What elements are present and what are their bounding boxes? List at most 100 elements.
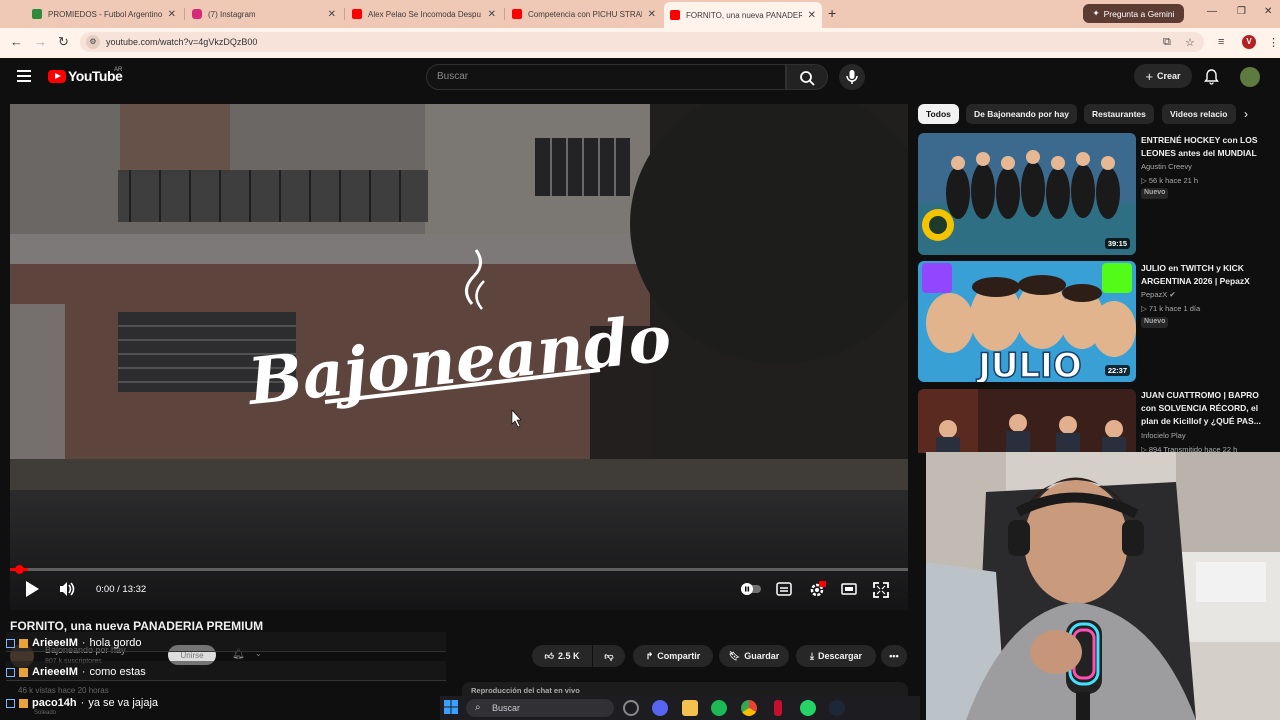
taskbar-search[interactable]: Buscar	[466, 699, 614, 717]
media-controls-icon[interactable]: ≡	[1218, 36, 1224, 48]
verified-check-icon: ✔	[1169, 290, 1176, 299]
share-arrow-icon: ↱	[645, 650, 654, 661]
chip-restaurants[interactable]: Restaurantes	[1084, 104, 1154, 124]
video-player[interactable]: Bajoneando	[10, 104, 908, 610]
close-tab-icon[interactable]: ✕	[328, 9, 336, 20]
volume-icon	[60, 582, 75, 596]
thumbnail-image	[918, 133, 1136, 255]
reload-icon[interactable]: ↻	[58, 34, 69, 50]
bookmark-star-icon[interactable]: ☆	[1185, 36, 1195, 49]
close-tab-icon[interactable]: ✕	[648, 9, 656, 20]
recommended-channel[interactable]: Agustin Creevy	[1141, 162, 1192, 171]
app-icon[interactable]	[774, 700, 782, 716]
url-text[interactable]: youtube.com/watch?v=4gVkzDQzB00	[106, 37, 257, 47]
tab-divider	[344, 8, 345, 20]
user-avatar[interactable]	[1240, 67, 1260, 87]
recommended-channel[interactable]: PepazX ✔	[1141, 290, 1176, 299]
forward-icon[interactable]: →	[34, 34, 47, 49]
play-small-icon: ▷	[1141, 304, 1149, 313]
tab-title: FORNITO, una nueva PANADER	[686, 10, 802, 20]
chat-username: ArieeeIM	[32, 637, 78, 649]
taskbar-search-placeholder: Buscar	[492, 703, 521, 713]
site-info-icon[interactable]: ⚙	[86, 35, 100, 49]
discord-icon[interactable]	[652, 700, 668, 716]
minimize-icon[interactable]: —	[1207, 6, 1217, 17]
spotify-icon[interactable]	[711, 700, 727, 716]
browser-tab[interactable]: PROMIEDOS - Futbol Argentino ✕	[26, 4, 182, 24]
chat-username: paco14h	[32, 697, 77, 709]
streamer-camera-feed	[926, 452, 1280, 720]
hamburger-menu-icon[interactable]	[17, 70, 31, 82]
recommended-channel[interactable]: Infocielo Play	[1141, 431, 1186, 440]
new-tab-button[interactable]: +	[828, 5, 836, 21]
recommended-thumbnail[interactable]: JULIO 22:37	[918, 261, 1136, 382]
video-frame: Bajoneando	[10, 104, 908, 610]
create-label: Crear	[1157, 71, 1181, 81]
browser-tab-active[interactable]: FORNITO, una nueva PANADER ✕	[664, 2, 822, 28]
gemini-button[interactable]: ✦ Pregunta a Gemini	[1083, 4, 1184, 23]
chat-badge-icon	[6, 698, 15, 708]
browser-tab[interactable]: Competencia con PICHU STRAF ✕	[506, 4, 662, 24]
autoplay-toggle[interactable]	[740, 582, 762, 601]
scrubber-handle[interactable]	[15, 565, 24, 574]
more-actions-button[interactable]: •••	[881, 645, 907, 667]
browser-tab[interactable]: Alex Pelao Se Incomoda Despu ✕	[346, 4, 502, 24]
search-input[interactable]	[426, 64, 786, 90]
fullscreen-button[interactable]	[873, 582, 889, 603]
theater-mode-button[interactable]	[841, 582, 857, 601]
search-button[interactable]	[786, 64, 828, 90]
back-icon[interactable]: ←	[10, 34, 23, 49]
volume-button[interactable]	[58, 580, 76, 603]
country-code: AR	[114, 67, 123, 73]
youtube-logo-icon[interactable]	[48, 70, 66, 83]
video-duration: 22:37	[1104, 365, 1130, 376]
recommended-title[interactable]: JULIO en TWITCH y KICK ARGENTINA 2026 | …	[1141, 262, 1273, 288]
play-button[interactable]	[24, 580, 40, 603]
gemini-sparkle-icon: ✦	[1092, 8, 1100, 18]
notifications-bell-icon[interactable]	[1204, 69, 1219, 90]
chip-channel[interactable]: De Bajoneando por hay	[966, 104, 1077, 124]
cast-icon[interactable]: ⧉	[1163, 36, 1171, 49]
new-badge: Nuevo	[1141, 188, 1169, 199]
like-button[interactable]: 👍︎ 2.5 K	[532, 645, 592, 667]
profile-avatar[interactable]: V	[1242, 35, 1256, 49]
recommended-thumbnail[interactable]	[918, 389, 1136, 453]
whatsapp-icon[interactable]	[800, 700, 816, 716]
promiedos-favicon-icon	[32, 9, 42, 19]
steam-icon[interactable]	[829, 700, 845, 716]
chat-badge-icon	[6, 667, 15, 677]
recommended-thumbnail[interactable]: 39:15	[918, 133, 1136, 255]
download-button[interactable]: ⤓ Descargar	[796, 645, 876, 667]
dislike-button[interactable]: 👎︎	[593, 645, 625, 667]
browser-tab[interactable]: (7) Instagram ✕	[186, 4, 342, 24]
settings-button[interactable]	[808, 581, 827, 604]
share-button[interactable]: ↱ Compartir	[633, 645, 713, 667]
search-placeholder: Buscar	[437, 71, 469, 82]
youtube-favicon-icon	[352, 9, 362, 19]
chip-todos[interactable]: Todos	[918, 104, 959, 124]
file-explorer-icon[interactable]	[682, 700, 698, 716]
close-tab-icon[interactable]: ✕	[168, 9, 176, 20]
close-tab-icon[interactable]: ✕	[488, 9, 496, 20]
close-window-icon[interactable]: ✕	[1264, 6, 1272, 17]
voice-search-button[interactable]	[839, 64, 865, 90]
restore-icon[interactable]: ❐	[1237, 6, 1246, 17]
progress-bar[interactable]	[10, 568, 908, 571]
task-view-icon[interactable]	[623, 700, 639, 716]
chevron-right-icon[interactable]: ›	[1244, 107, 1248, 121]
create-button[interactable]: + Crear	[1134, 64, 1192, 88]
recommended-meta: ▷ 71 k hace 1 día	[1141, 304, 1200, 313]
menu-kebab-icon[interactable]: ⋮	[1268, 36, 1279, 49]
recommended-title[interactable]: ENTRENÉ HOCKEY con LOS LEONES antes del …	[1141, 134, 1273, 160]
subtitles-button[interactable]	[776, 582, 792, 601]
chip-related[interactable]: Videos relacio	[1162, 104, 1236, 124]
thumbnail-image	[918, 389, 1136, 453]
recommended-title[interactable]: JUAN CUATTROMO | BAPRO con SOLVENCIA RÉC…	[1141, 389, 1273, 428]
share-label: Compartir	[657, 651, 701, 661]
windows-start-icon[interactable]	[444, 700, 458, 714]
thumbs-down-icon: 👎︎	[604, 650, 614, 661]
chrome-icon[interactable]	[741, 700, 757, 716]
youtube-favicon-icon	[512, 9, 522, 19]
save-button[interactable]: 🔖︎ Guardar	[719, 645, 789, 667]
close-tab-icon[interactable]: ✕	[808, 10, 816, 21]
